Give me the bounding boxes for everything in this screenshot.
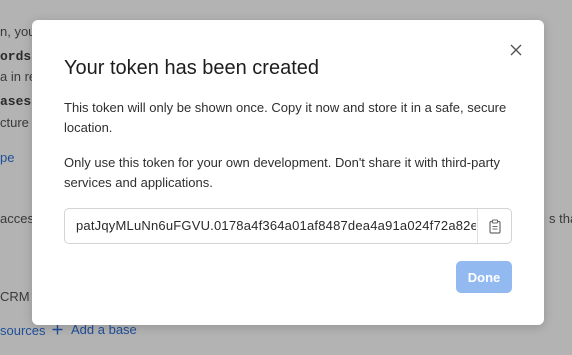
close-button[interactable]: [506, 40, 526, 60]
token-field[interactable]: patJqyMLuNn6uFGVU.0178a4f364a01af8487dea…: [64, 208, 512, 244]
background-text: n, you: [0, 24, 36, 39]
background-text: acces: [0, 211, 34, 226]
clipboard-icon: [488, 218, 501, 234]
background-text: s that: [549, 211, 572, 226]
dialog-title: Your token has been created: [64, 57, 320, 79]
background-text: CRM: [0, 289, 30, 304]
done-button[interactable]: Done: [456, 261, 512, 293]
token-created-dialog: Your token has been created This token w…: [32, 20, 544, 325]
token-value[interactable]: patJqyMLuNn6uFGVU.0178a4f364a01af8487dea…: [76, 218, 476, 236]
background-text: cture: [0, 115, 29, 130]
close-icon: [510, 44, 522, 56]
plus-icon: [52, 324, 63, 335]
usage-warning-text: Only use this token for your own develop…: [64, 155, 501, 190]
once-warning-text: This token will only be shown once. Copy…: [64, 100, 507, 135]
background-link[interactable]: pe: [0, 150, 14, 165]
copy-token-button[interactable]: [478, 209, 511, 243]
background-text: a in re: [0, 69, 37, 84]
sources-link[interactable]: sources: [0, 323, 46, 338]
